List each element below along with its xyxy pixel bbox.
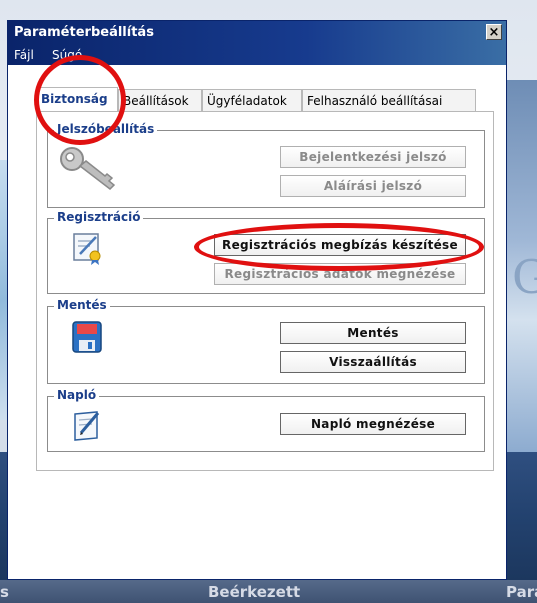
parameter-settings-dialog: Paraméterbeállítás × Fájl Súgó Biztonság… [7,20,507,580]
registration-group: Regisztráció Regisztrációs megbízás kész… [47,210,485,294]
floppy-disk-icon [72,321,102,353]
title-bar[interactable]: Paraméterbeállítás × [8,21,506,45]
notebook-pen-icon [74,411,100,441]
menu-file[interactable]: Fájl [14,48,34,62]
restore-button[interactable]: Visszaállítás [280,351,466,373]
login-password-button[interactable]: Bejelentkezési jelszó [280,146,466,168]
bottom-navigation: s Beérkezett Para [0,580,537,603]
view-log-button[interactable]: Napló megnézése [280,413,466,435]
dialog-content: Biztonság Beállítások Ügyféladatok Felha… [8,65,506,579]
group-title-log: Napló [54,388,100,402]
tab-client-data[interactable]: Ügyféladatok [202,89,302,111]
password-settings-group: Jelszóbeállítás Bejelentkezési jelszó Al… [47,122,485,208]
group-title-registration: Regisztráció [54,210,144,224]
menu-help[interactable]: Súgó [52,48,82,62]
close-button[interactable]: × [486,24,502,40]
nav-item-left[interactable]: s [0,583,9,601]
view-registration-button[interactable]: Regisztrációs adatok megnézése [214,263,466,285]
menu-bar: Fájl Súgó [8,45,506,65]
tab-settings[interactable]: Beállítások [118,89,202,111]
window-title: Paraméterbeállítás [14,25,154,40]
key-icon [60,147,116,190]
certificate-icon [73,233,101,265]
tab-user-settings[interactable]: Felhasználó beállításai [302,89,476,111]
group-title-password: Jelszóbeállítás [54,122,158,136]
security-tab-panel: Jelszóbeállítás Bejelentkezési jelszó Al… [36,111,494,471]
tab-security[interactable]: Biztonság [36,87,118,111]
nav-item-inbox[interactable]: Beérkezett [208,583,300,601]
log-group: Napló Napló megnézése [47,388,485,452]
backup-group: Mentés Mentés Visszaállítás [47,298,485,384]
nav-item-parameters[interactable]: Para [506,583,537,601]
background-logo-letter: G [512,250,537,304]
group-title-backup: Mentés [54,298,110,312]
signing-password-button[interactable]: Aláírási jelszó [280,175,466,197]
save-button[interactable]: Mentés [280,322,466,344]
create-registration-button[interactable]: Regisztrációs megbízás készítése [214,234,466,256]
